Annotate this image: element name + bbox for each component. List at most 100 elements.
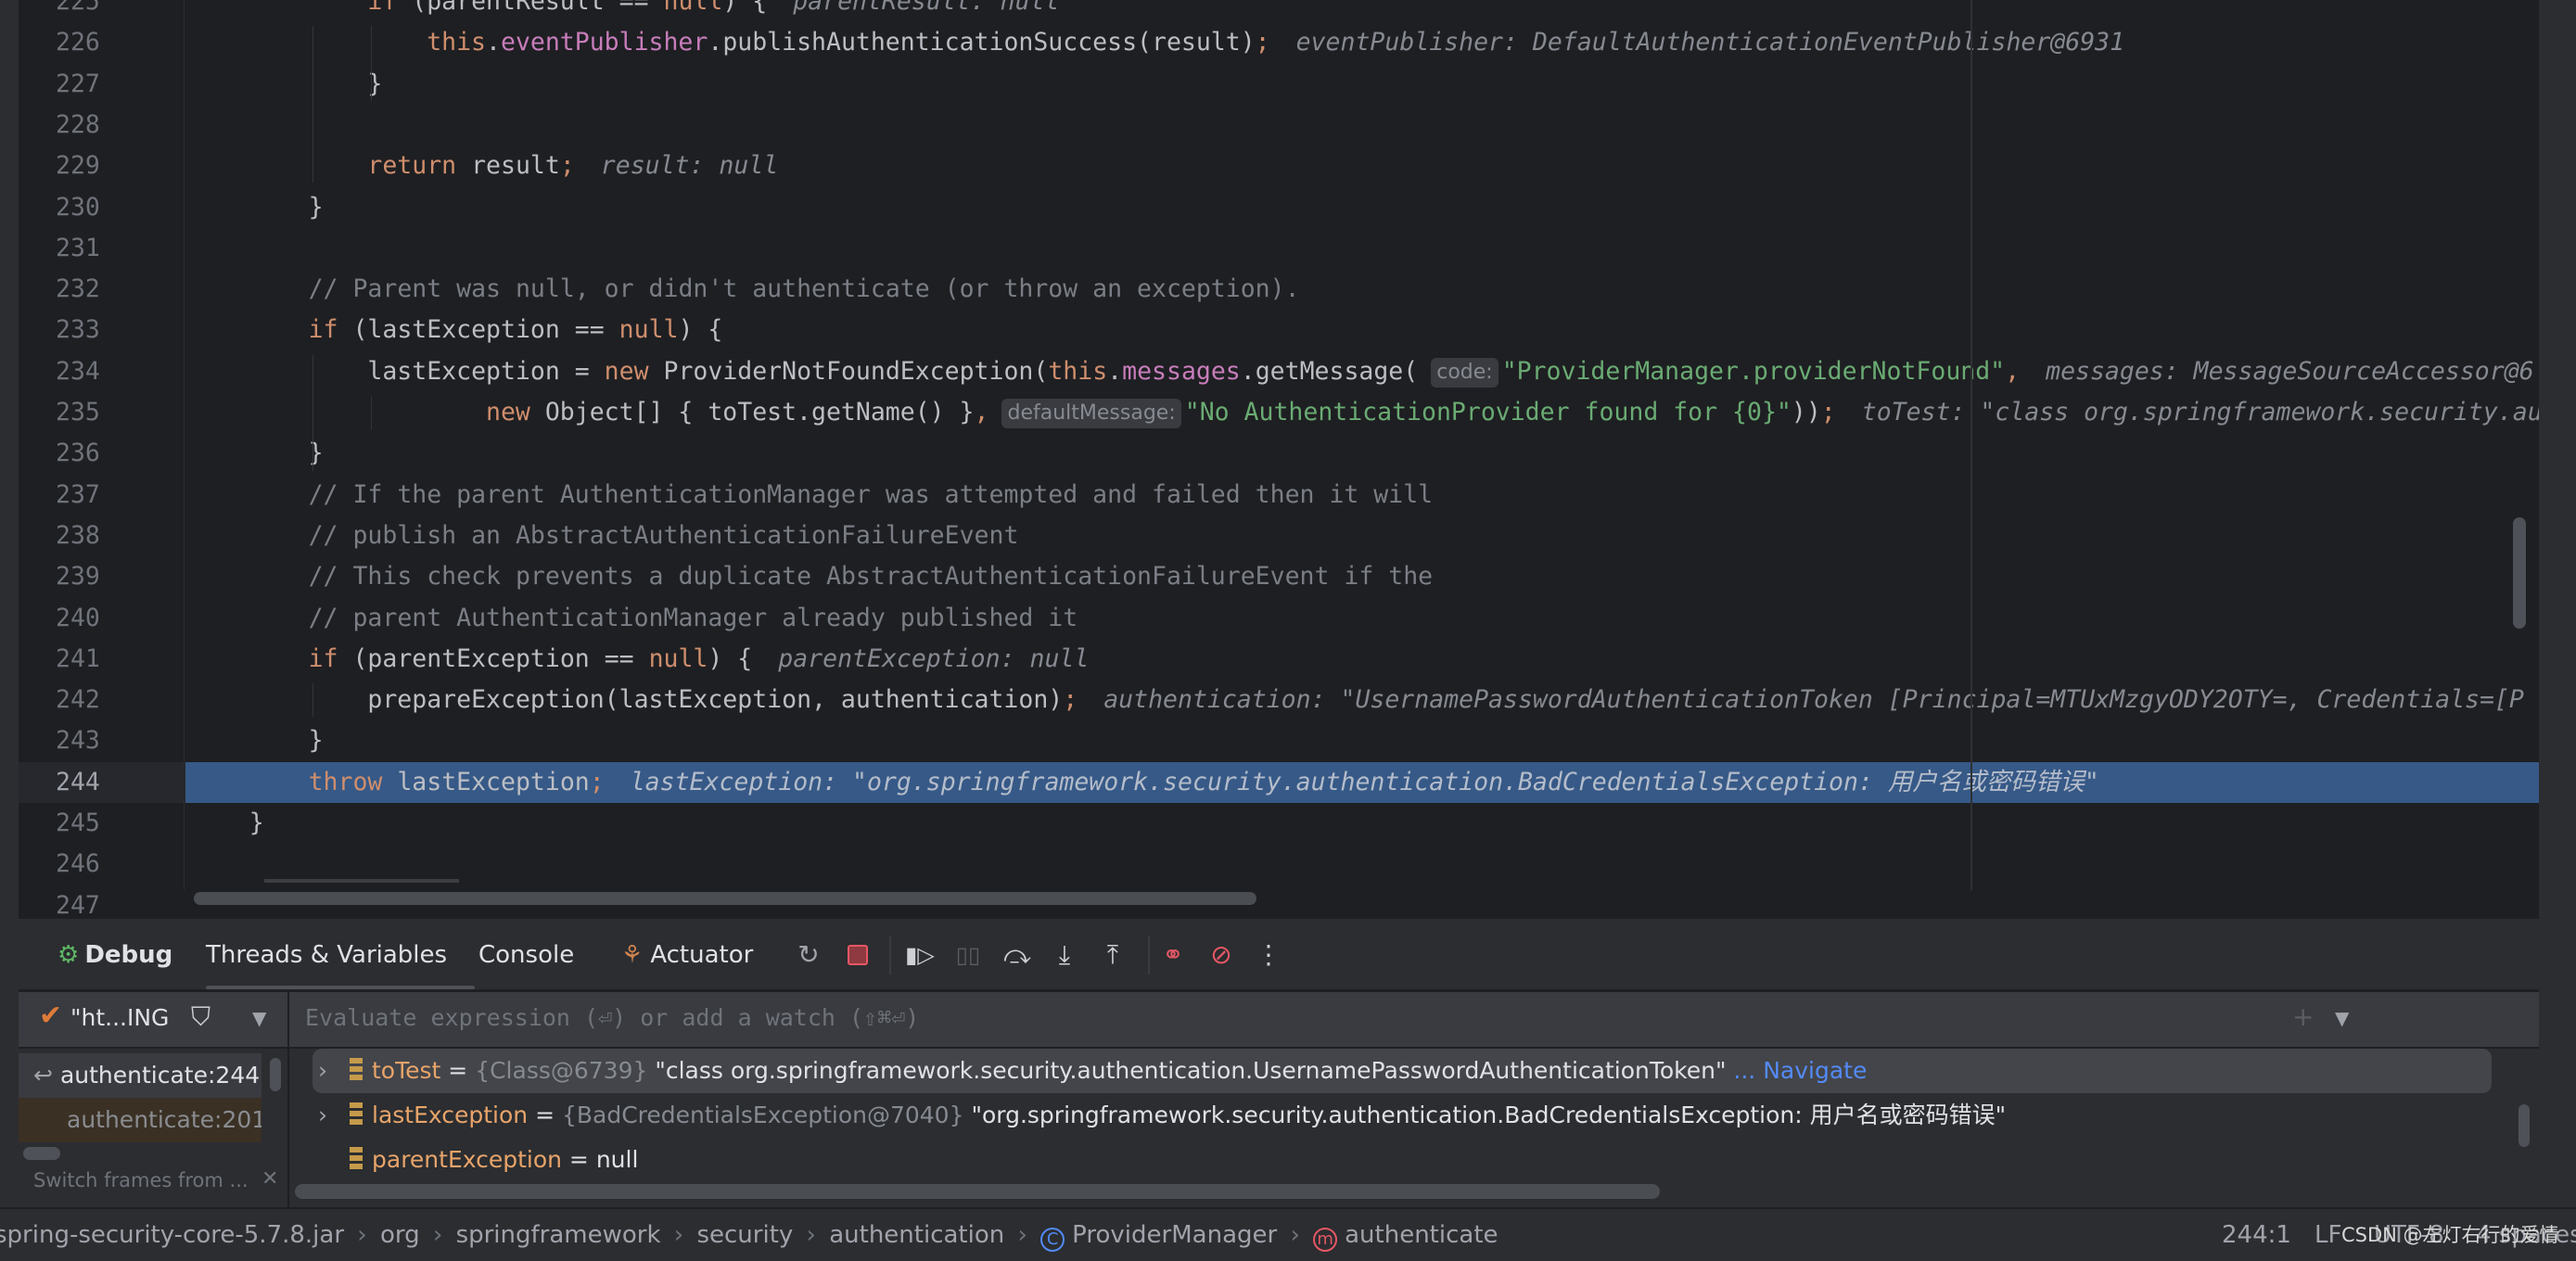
line-number[interactable]: 226 [19, 22, 185, 63]
line-number[interactable]: 227 [19, 64, 185, 105]
line-number[interactable]: 237 [19, 475, 185, 516]
chevron-right-icon[interactable]: › [312, 1049, 344, 1093]
code-line[interactable]: 241 if (parentException == null) {parentE… [19, 639, 2539, 680]
line-number[interactable]: 244 [19, 761, 185, 803]
caret-position[interactable]: 244:1 [2222, 1209, 2291, 1261]
variable-row[interactable]: › lastException = {BadCredentialsExceptio… [312, 1093, 2492, 1138]
more-icon[interactable]: ⋮ [1255, 941, 1282, 969]
chevron-down-icon[interactable]: ▼ [252, 1007, 266, 1029]
filter-icon[interactable]: ⛉ [191, 1001, 210, 1033]
code-line[interactable]: 228 [19, 105, 2539, 146]
code-line[interactable]: 245} [19, 803, 2539, 844]
code-line[interactable]: 230} [19, 187, 2539, 228]
line-number[interactable]: 232 [19, 269, 185, 310]
keyword: if [367, 0, 398, 16]
variable-row[interactable]: parentException = null [312, 1138, 2492, 1182]
thread-selector[interactable]: ✔ "ht...ING ⛉ ▼ [19, 989, 287, 1047]
line-number[interactable]: 235 [19, 392, 185, 433]
line-number[interactable]: 242 [19, 680, 185, 720]
line-number[interactable]: 230 [19, 187, 185, 228]
code-line[interactable]: 234 lastException = new ProviderNotFoundE… [19, 351, 2539, 392]
variable-row[interactable]: › toTest = {Class@6739} "class org.spring… [312, 1049, 2492, 1093]
frames-hscrollbar[interactable] [23, 1147, 60, 1160]
code-line[interactable]: 233 if (lastException == null) { [19, 310, 2539, 350]
variables-vscrollbar[interactable] [2519, 1104, 2530, 1147]
close-icon[interactable]: ✕ [261, 1167, 278, 1191]
editor-vertical-scrollbar[interactable] [2513, 517, 2526, 629]
breadcrumb-item[interactable]: authentication [829, 1221, 1004, 1249]
line-number[interactable]: 241 [19, 639, 185, 680]
line-number[interactable]: 240 [19, 598, 185, 639]
step-into-icon[interactable]: ⤓ [1051, 941, 1078, 969]
tab-actuator[interactable]: ⚘ Actuator [621, 919, 753, 991]
variables-hscrollbar[interactable] [295, 1184, 1660, 1199]
line-number[interactable]: 228 [19, 105, 185, 146]
chevron-right-icon[interactable]: › [312, 1093, 344, 1138]
breadcrumb-item[interactable]: ProviderManager [1072, 1221, 1277, 1249]
line-number[interactable]: 243 [19, 720, 185, 761]
keyword: new [486, 398, 530, 427]
line-number[interactable]: 236 [19, 433, 185, 474]
breadcrumb-item[interactable]: security [696, 1221, 793, 1249]
comment: // parent AuthenticationManager already … [308, 603, 1078, 632]
breadcrumb-item[interactable]: authenticate [1345, 1221, 1498, 1249]
line-number[interactable]: 246 [19, 844, 185, 885]
code-line[interactable]: 231 [19, 228, 2539, 269]
code-line[interactable]: 225 if (parentResult == null) {parentResu… [19, 0, 2539, 22]
line-number[interactable]: 238 [19, 516, 185, 556]
code-line[interactable]: 236} [19, 433, 2539, 474]
step-out-icon[interactable]: ⤒ [1099, 941, 1127, 969]
line-number[interactable]: 233 [19, 310, 185, 350]
line-number[interactable]: 245 [19, 803, 185, 844]
debug-toolbar: ⚙ Debug Threads & Variables Console ⚘ Actu… [19, 917, 2539, 991]
view-breakpoints-icon[interactable]: ⚭ [1159, 941, 1187, 969]
tab-debug[interactable]: ⚙ Debug [57, 919, 172, 991]
code-line[interactable]: 239 // This check prevents a duplicate Ab… [19, 556, 2539, 597]
mute-breakpoints-icon[interactable]: ⊘ [1207, 941, 1235, 969]
editor-horizontal-scrollbar[interactable] [194, 892, 1256, 905]
chevron-right-icon: › [425, 1221, 451, 1249]
evaluate-expression-input[interactable]: Evaluate expression (⏎) or add a watch (… [289, 989, 2539, 1047]
code-text: (lastException == [338, 315, 619, 345]
code-editor[interactable]: 225 if (parentResult == null) {parentResu… [19, 0, 2539, 917]
thread-name[interactable]: "ht...ING [70, 1004, 169, 1031]
resume-icon[interactable]: ▮▷ [905, 941, 935, 969]
code-line[interactable]: 237 // If the parent AuthenticationManage… [19, 475, 2539, 516]
code-content: } [309, 720, 324, 761]
navigate-link[interactable]: ... Navigate [1726, 1057, 1867, 1084]
pause-icon[interactable]: ▯▯ [954, 941, 982, 969]
code-line[interactable]: 238 // publish an AbstractAuthenticationF… [19, 516, 2539, 556]
breadcrumb-item[interactable]: springframework [456, 1221, 661, 1249]
left-tool-strip [0, 0, 19, 1207]
code-line[interactable]: 240 // parent AuthenticationManager alrea… [19, 598, 2539, 639]
rerun-icon[interactable]: ↻ [795, 941, 823, 969]
line-number[interactable]: 231 [19, 228, 185, 269]
stop-icon[interactable] [844, 941, 872, 969]
code-line[interactable]: 235 new Object[] { toTest.getName() }, def… [19, 392, 2539, 433]
frame-item[interactable]: ↩ authenticate:244 [19, 1053, 261, 1098]
add-watch-icon[interactable]: + [2292, 1001, 2314, 1032]
code-line[interactable]: 232 // Parent was null, or didn't authent… [19, 269, 2539, 310]
line-number[interactable]: 247 [19, 885, 185, 917]
frames-scrollbar[interactable] [270, 1058, 281, 1091]
line-number[interactable]: 225 [19, 0, 185, 22]
breadcrumb-item[interactable]: spring-security-core-5.7.8.jar [0, 1221, 344, 1249]
step-over-icon[interactable]: ⤼ [1003, 941, 1031, 969]
line-separator[interactable]: LF [2315, 1209, 2341, 1261]
tab-threads-variables[interactable]: Threads & Variables [206, 919, 447, 991]
code-line[interactable]: 229 return result; result: null [19, 146, 2539, 186]
line-number[interactable]: 239 [19, 556, 185, 597]
code-line[interactable]: 227} [19, 64, 2539, 105]
frame-item[interactable]: authenticate:201, [19, 1098, 261, 1142]
code-line[interactable]: 226 this.eventPublisher.publishAuthentica… [19, 22, 2539, 63]
line-number[interactable]: 234 [19, 351, 185, 392]
chevron-down-icon[interactable]: ▼ [2335, 1007, 2349, 1029]
field-icon [350, 1102, 363, 1127]
code-line[interactable]: 243} [19, 720, 2539, 761]
switch-frames-hint: Switch frames from ... [33, 1169, 249, 1191]
code-line[interactable]: 242 prepareException(lastException, authe… [19, 680, 2539, 720]
breadcrumb-item[interactable]: org [380, 1221, 420, 1249]
line-number[interactable]: 229 [19, 146, 185, 186]
code-line-current[interactable]: 244 throw lastException; lastException: "o… [19, 761, 2539, 803]
tab-console[interactable]: Console [478, 919, 574, 991]
